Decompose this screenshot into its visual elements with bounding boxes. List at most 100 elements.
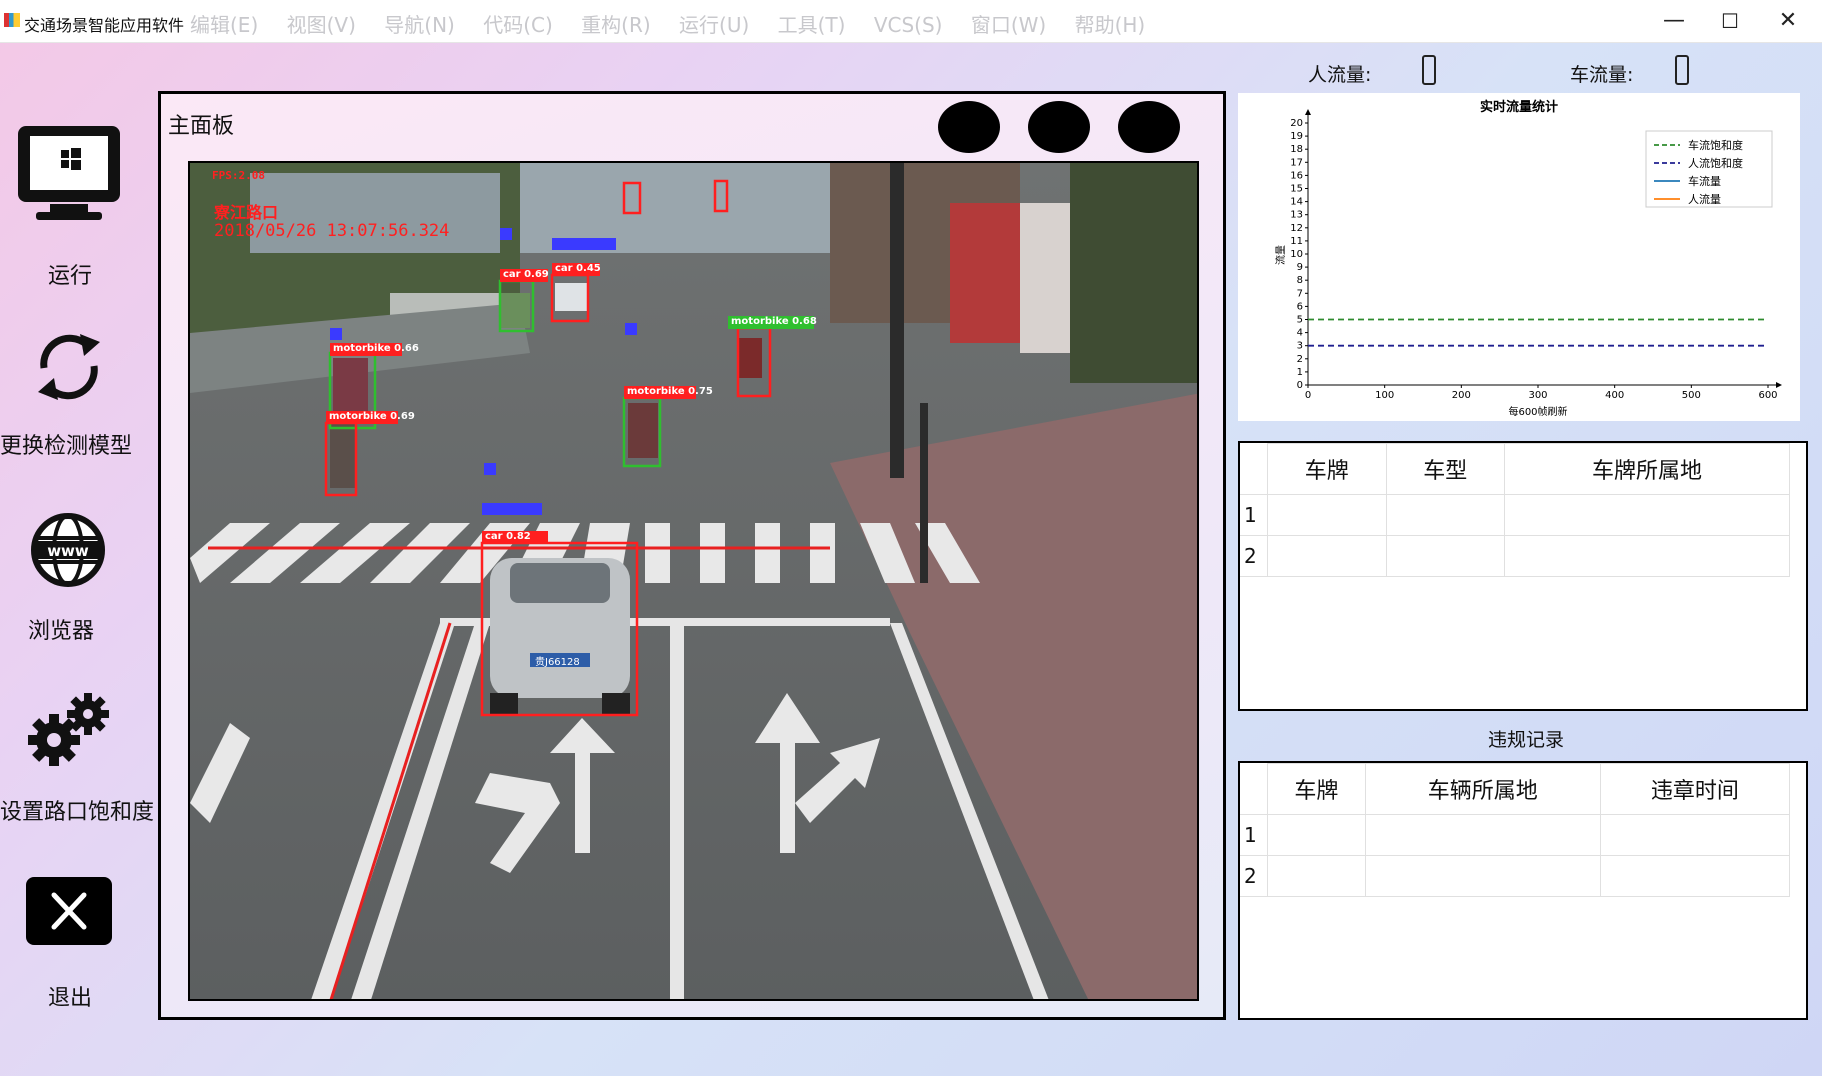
browser-label: 浏览器 <box>28 619 95 644</box>
y-tick-label: 4 <box>1297 328 1303 339</box>
svg-text:www: www <box>47 542 89 560</box>
maximize-button[interactable]: ☐ <box>1706 6 1754 36</box>
x-tick-label: 400 <box>1605 390 1624 401</box>
menu-edit[interactable]: 编辑(E) <box>190 13 258 37</box>
x-tick-label: 600 <box>1758 390 1777 401</box>
y-tick-label: 8 <box>1297 275 1303 286</box>
run-label: 运行 <box>48 264 93 289</box>
monitor-icon <box>18 126 120 220</box>
refresh-icon <box>38 334 100 400</box>
saturation-button[interactable] <box>26 690 112 766</box>
legend-entry: 人流量 <box>1688 192 1721 206</box>
y-tick-label: 7 <box>1297 288 1303 299</box>
app-icon <box>4 13 20 27</box>
y-tick-label: 13 <box>1290 210 1303 221</box>
vehicle-flow-label: 车流量: <box>1570 64 1634 86</box>
flow-chart-svg: 0 100 200 300 400 500 600012345678910111213141… <box>1274 99 1782 418</box>
y-tick-label: 15 <box>1290 184 1303 195</box>
y-tick-label: 14 <box>1290 197 1303 208</box>
menu-refactor[interactable]: 重构(R) <box>581 13 651 37</box>
change-model-label: 更换检测模型 <box>0 434 133 459</box>
legend-entry: 车流量 <box>1688 174 1721 188</box>
x-tick-label: 300 <box>1528 390 1547 401</box>
region-col-header[interactable]: 车牌所属地 <box>1504 443 1790 495</box>
violation-title: 违规记录 <box>1488 729 1565 751</box>
x-axis-label: 每600帧刷新 <box>1508 405 1567 418</box>
row-number: 1 <box>1240 814 1268 856</box>
x-tick-label: 100 <box>1375 390 1394 401</box>
detection-label: motorbike 0.75 <box>627 386 713 397</box>
window-title: 交通场景智能应用软件 <box>24 16 185 35</box>
status-dot-1[interactable] <box>938 101 1000 153</box>
row-number: 2 <box>1240 855 1268 897</box>
menu-run[interactable]: 运行(U) <box>679 13 749 37</box>
change-model-button[interactable] <box>28 330 110 404</box>
y-tick-label: 6 <box>1297 301 1303 312</box>
y-tick-label: 1 <box>1297 367 1303 378</box>
violation-plate-header[interactable]: 车牌 <box>1267 763 1366 815</box>
menu-help[interactable]: 帮助(H) <box>1075 13 1146 37</box>
gears-icon <box>28 693 109 766</box>
menu-vcs[interactable]: VCS(S) <box>874 13 943 37</box>
legend-entry: 车流饱和度 <box>1688 138 1743 152</box>
violation-time-header[interactable]: 违章时间 <box>1599 763 1791 815</box>
y-tick-label: 9 <box>1297 262 1303 273</box>
plate-table: 车牌 车型 车牌所属地 1 2 <box>1238 441 1808 711</box>
menu-bar: 编辑(E) 视图(V) 导航(N) 代码(C) 重构(R) 运行(U) 工具(T… <box>190 9 1167 38</box>
status-dot-3[interactable] <box>1118 101 1180 153</box>
detection-label: motorbike 0.69 <box>329 411 415 422</box>
place-overlay: 寮江路口 <box>214 203 279 222</box>
minimize-button[interactable]: — <box>1650 6 1698 36</box>
video-feed: FPS:2.08 寮江路口 2018/05/26 13:07:56.324 ca… <box>188 161 1199 1001</box>
y-tick-label: 17 <box>1290 157 1303 168</box>
y-tick-label: 19 <box>1290 131 1303 142</box>
flow-chart: 0 100 200 300 400 500 600 0 1 2 3 4 5 6 7 8 9 10 11 12 13 14 1… <box>1238 93 1800 421</box>
run-button[interactable] <box>14 124 124 224</box>
detection-label: motorbike 0.68 <box>731 316 817 327</box>
y-tick-label: 5 <box>1297 315 1303 326</box>
saturation-label: 设置路口饱和度 <box>0 800 155 825</box>
status-dot-2[interactable] <box>1028 101 1090 153</box>
y-tick-label: 11 <box>1290 236 1303 247</box>
vehicle-flow-counter <box>1675 55 1689 85</box>
violation-table: 车牌 车辆所属地 违章时间 1 2 <box>1238 761 1808 1020</box>
x-axis-arrow <box>1776 382 1782 388</box>
legend-entry: 人流饱和度 <box>1688 156 1743 170</box>
exit-label: 退出 <box>48 986 93 1011</box>
type-col-header[interactable]: 车型 <box>1385 443 1506 495</box>
y-tick-label: 3 <box>1297 341 1303 352</box>
y-tick-label: 10 <box>1290 249 1303 260</box>
chart-title: 实时流量统计 <box>1480 99 1558 115</box>
detection-label: car 0.45 <box>555 263 601 274</box>
row-number: 1 <box>1240 494 1268 536</box>
detection-label: motorbike 0.66 <box>333 343 419 354</box>
traffic-scene <box>190 163 1197 999</box>
menu-view[interactable]: 视图(V) <box>287 13 356 37</box>
y-tick-label: 20 <box>1290 118 1303 129</box>
x-tick-label: 500 <box>1682 390 1701 401</box>
suv-car <box>490 558 630 715</box>
table-row[interactable]: 1 <box>1240 814 1791 856</box>
menu-tools[interactable]: 工具(T) <box>778 13 846 37</box>
table-row[interactable]: 2 <box>1240 855 1791 897</box>
menu-navigate[interactable]: 导航(N) <box>384 13 455 37</box>
y-tick-label: 0 <box>1297 380 1303 391</box>
detection-label: car 0.82 <box>485 531 531 542</box>
close-x-icon <box>51 892 87 930</box>
detection-label: car 0.69 <box>503 269 549 280</box>
table-row[interactable]: 2 <box>1240 535 1790 577</box>
table-row[interactable]: 1 <box>1240 494 1790 536</box>
violation-region-header[interactable]: 车辆所属地 <box>1364 763 1601 815</box>
plate-col-header[interactable]: 车牌 <box>1267 443 1387 495</box>
x-tick-label: 0 <box>1305 390 1311 401</box>
close-button[interactable]: ✕ <box>1764 6 1812 36</box>
y-axis-arrow <box>1305 109 1311 115</box>
people-flow-label: 人流量: <box>1308 64 1372 86</box>
menu-code[interactable]: 代码(C) <box>483 13 553 37</box>
timestamp-overlay: 2018/05/26 13:07:56.324 <box>214 221 450 241</box>
browser-button[interactable]: www <box>30 512 106 588</box>
people-flow-counter <box>1422 55 1436 85</box>
license-plate: 贵J66128 <box>535 657 580 668</box>
menu-window[interactable]: 窗口(W) <box>971 13 1046 37</box>
exit-button[interactable] <box>26 877 112 945</box>
